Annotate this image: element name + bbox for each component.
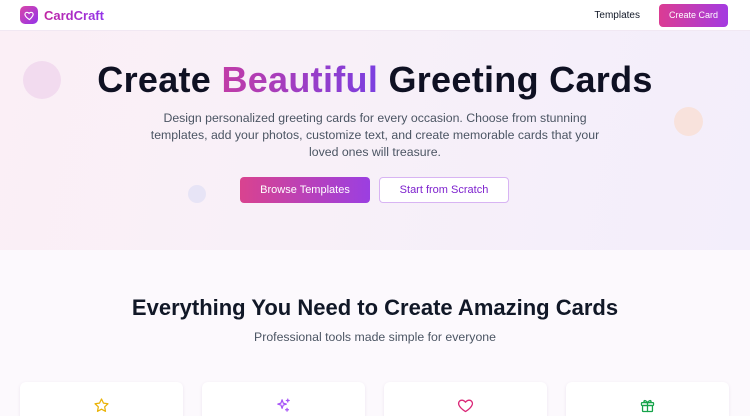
features-title: Everything You Need to Create Amazing Ca… [131, 295, 619, 320]
decorative-circle [188, 185, 206, 203]
gift-icon [640, 399, 655, 413]
sparkles-icon [277, 398, 290, 412]
hero-subtitle: Design personalized greeting cards for e… [150, 111, 600, 159]
hero-title-accent: Beautiful [221, 59, 379, 100]
decorative-circle [674, 107, 703, 136]
features-subtitle: Professional tools made simple for every… [254, 330, 496, 344]
hero-title-pre: Create [97, 59, 222, 100]
feature-card [384, 382, 547, 416]
start-from-scratch-button[interactable]: Start from Scratch [379, 177, 509, 203]
browse-templates-button[interactable]: Browse Templates [240, 177, 370, 203]
hero-title-post: Greeting Cards [378, 59, 653, 100]
navbar: CardCraft Templates Create Card [0, 0, 750, 31]
hero-title: Create Beautiful Greeting Cards [0, 59, 750, 101]
nav-actions: Templates Create Card [594, 3, 728, 27]
create-card-button[interactable]: Create Card [658, 3, 728, 27]
feature-card [20, 382, 183, 416]
logo-heart-icon [20, 6, 38, 24]
features-section: Everything You Need to Create Amazing Ca… [0, 250, 750, 416]
brand-name: CardCraft [44, 7, 104, 23]
feature-card [566, 382, 729, 416]
star-icon [94, 398, 109, 412]
feature-card [202, 382, 365, 416]
hero-section: Create Beautiful Greeting Cards Design p… [0, 31, 750, 250]
heart-icon [457, 399, 474, 413]
brand[interactable]: CardCraft [20, 6, 104, 24]
nav-link-templates[interactable]: Templates [594, 10, 640, 21]
